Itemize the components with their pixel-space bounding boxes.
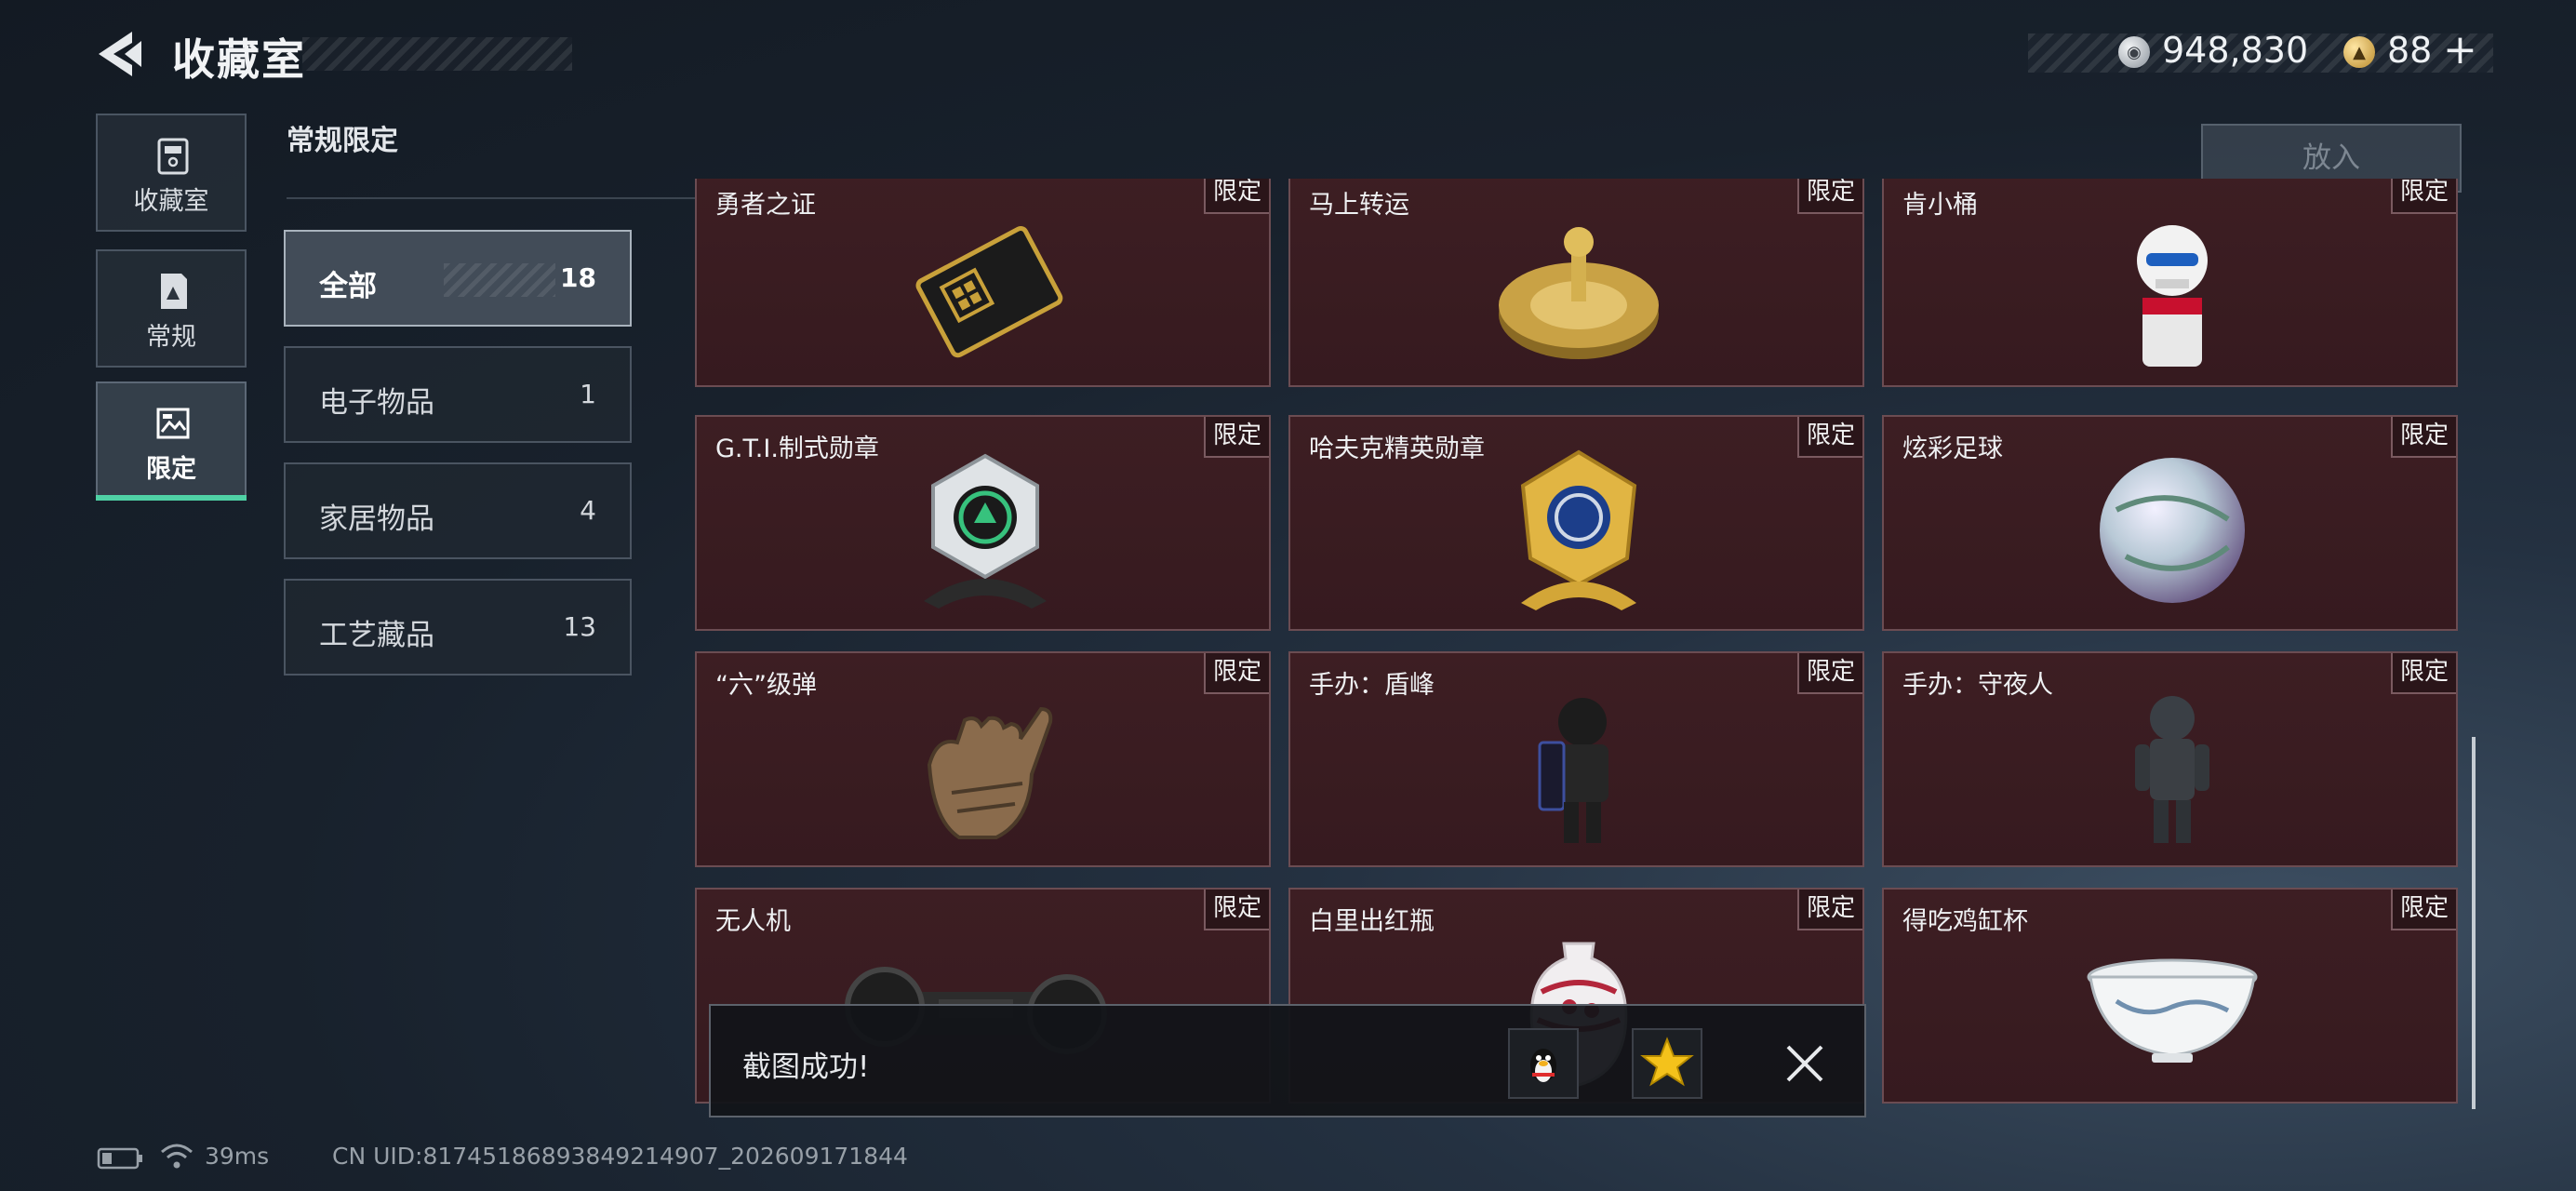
category-label: 电子物品 — [319, 386, 434, 420]
nav-active-indicator — [96, 495, 247, 501]
uid-display: CN UID:81745186893849214907_202609171844 — [332, 1143, 908, 1170]
category-home[interactable]: 家居物品 4 — [284, 462, 632, 559]
category-electronics[interactable]: 电子物品 1 — [284, 346, 632, 443]
figurine-icon — [1538, 698, 1608, 843]
image-icon — [156, 408, 190, 439]
limited-badge: 限定 — [2391, 653, 2456, 694]
token-icon: ▲ — [2343, 36, 2375, 68]
nav-collection-room[interactable]: 收藏室 — [96, 114, 247, 232]
item-name: 勇者之证 — [715, 191, 816, 220]
item-card[interactable]: 勇者之证 限定 — [695, 179, 1271, 387]
limited-badge: 限定 — [1204, 417, 1269, 458]
category-count: 18 — [560, 262, 596, 293]
item-name: 马上转运 — [1309, 191, 1409, 220]
item-name: 得吃鸡缸杯 — [1902, 907, 2028, 936]
share-qzone-button[interactable] — [1632, 1028, 1702, 1099]
item-card[interactable]: G.T.I.制式勋章 限定 — [695, 415, 1271, 631]
limited-badge: 限定 — [1797, 653, 1862, 694]
title-decoration — [302, 37, 572, 71]
category-label: 工艺藏品 — [319, 619, 434, 652]
grid-scrollbar[interactable] — [2472, 737, 2476, 1109]
hand-icon — [927, 706, 1053, 839]
cup-icon — [2087, 958, 2258, 1063]
coin-icon: ◉ — [2118, 36, 2150, 68]
item-card[interactable]: “六”级弹 限定 — [695, 651, 1271, 867]
limited-badge: 限定 — [2391, 417, 2456, 458]
limited-badge: 限定 — [1204, 890, 1269, 930]
item-card[interactable]: 手办：守夜人 限定 — [1882, 651, 2458, 867]
item-card[interactable]: 肯小桶 限定 — [1882, 179, 2458, 387]
medal-icon — [924, 453, 1047, 609]
item-name: G.T.I.制式勋章 — [715, 435, 879, 463]
badge-card-icon — [915, 226, 1063, 358]
trash-bin-icon — [157, 138, 189, 175]
add-token-button[interactable]: + — [2443, 26, 2477, 74]
fortune-wheel-icon — [1499, 227, 1659, 359]
figurine-icon — [2135, 696, 2209, 843]
screenshot-toast: 截图成功! — [709, 1004, 1866, 1117]
item-grid[interactable]: 勇者之证 限定 马上转运 限定 肯小桶 限定 G.T.I.制式勋章 限定 哈夫克… — [690, 179, 2469, 1109]
penguin-icon — [1530, 1049, 1556, 1082]
back-arrow-icon[interactable] — [93, 28, 149, 80]
medal-icon — [1520, 449, 1637, 610]
wifi-icon — [161, 1144, 193, 1169]
item-name: 肯小桶 — [1902, 191, 1978, 220]
category-all[interactable]: 全部 18 — [284, 230, 632, 327]
section-title: 常规限定 — [287, 125, 398, 157]
category-count: 4 — [580, 495, 596, 526]
category-crafts[interactable]: 工艺藏品 13 — [284, 579, 632, 676]
football-icon — [2100, 458, 2245, 603]
item-name: 哈夫克精英勋章 — [1309, 435, 1485, 463]
page-title: 收藏室 — [172, 34, 306, 85]
limited-badge: 限定 — [1204, 179, 1269, 214]
figurine-icon — [2137, 225, 2208, 367]
item-card[interactable]: 得吃鸡缸杯 限定 — [1882, 888, 2458, 1104]
nav-limited[interactable]: 限定 — [96, 381, 247, 500]
battery-icon — [97, 1147, 142, 1170]
limited-badge: 限定 — [2391, 179, 2456, 214]
item-card[interactable]: 马上转运 限定 — [1288, 179, 1864, 387]
category-count: 13 — [563, 611, 596, 642]
close-icon[interactable] — [1782, 1041, 1827, 1086]
item-card[interactable]: 炫彩足球 限定 — [1882, 415, 2458, 631]
item-name: 手办：守夜人 — [1902, 671, 2053, 700]
share-qq-button[interactable] — [1508, 1028, 1579, 1099]
category-label: 全部 — [319, 270, 377, 303]
toast-message: 截图成功! — [742, 1050, 870, 1084]
category-label: 家居物品 — [319, 502, 434, 536]
token-balance: 88 — [2387, 30, 2433, 71]
document-icon — [161, 274, 187, 309]
divider — [287, 197, 696, 199]
star-icon — [1640, 1037, 1694, 1087]
limited-badge: 限定 — [2391, 890, 2456, 930]
item-name: 炫彩足球 — [1902, 435, 2003, 463]
nav-label: 限定 — [146, 455, 196, 484]
limited-badge: 限定 — [1797, 179, 1862, 214]
item-name: 无人机 — [715, 907, 791, 936]
category-count: 1 — [580, 379, 596, 409]
item-name: 手办：盾峰 — [1309, 671, 1435, 700]
nav-regular[interactable]: 常规 — [96, 249, 247, 368]
nav-label: 常规 — [146, 323, 196, 352]
limited-badge: 限定 — [1797, 890, 1862, 930]
ping-display: 39ms — [205, 1143, 270, 1170]
nav-label: 收藏室 — [133, 187, 209, 216]
item-name: 白里出红瓶 — [1309, 907, 1435, 936]
coin-balance: 948,830 — [2162, 30, 2309, 71]
limited-badge: 限定 — [1797, 417, 1862, 458]
item-card[interactable]: 手办：盾峰 限定 — [1288, 651, 1864, 867]
limited-badge: 限定 — [1204, 653, 1269, 694]
item-name: “六”级弹 — [715, 671, 817, 700]
item-card[interactable]: 哈夫克精英勋章 限定 — [1288, 415, 1864, 631]
